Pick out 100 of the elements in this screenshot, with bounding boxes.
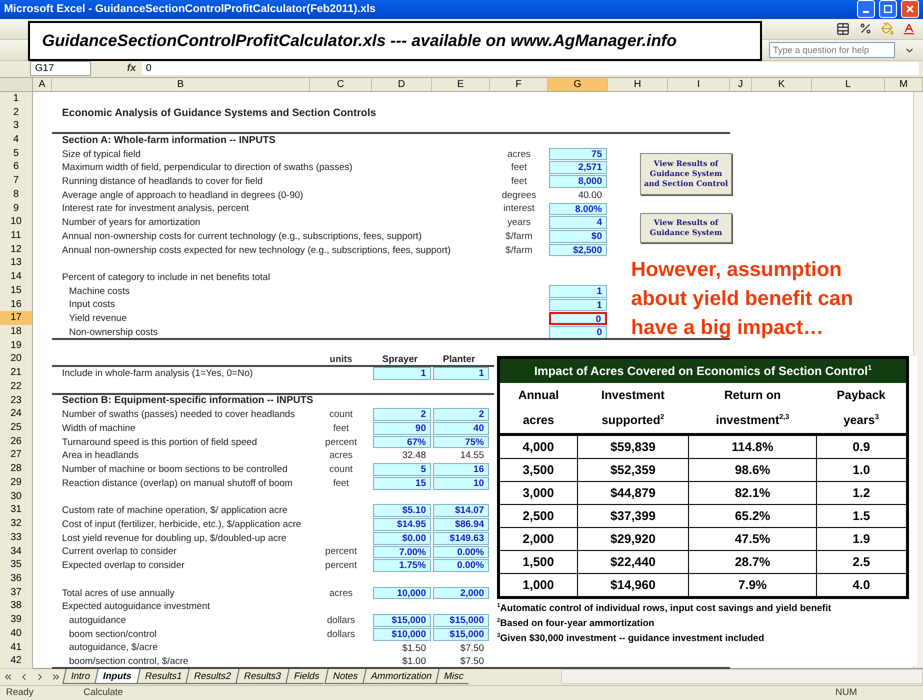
input-cell[interactable]: 8,000 (549, 175, 607, 188)
row-label: autoguidance, $/acre (68, 642, 158, 654)
table-cell: $44,879 (577, 481, 689, 504)
row-header[interactable]: 29 (0, 476, 33, 491)
row-header[interactable]: 10 (0, 215, 33, 230)
row-header[interactable]: 24 (0, 407, 33, 422)
row-header[interactable]: 17 (0, 311, 33, 326)
row-label: boom/section control, $/acre (68, 656, 188, 668)
row-label: Section B: Equipment-specific information -- INPUTS (61, 395, 314, 406)
horizontal-scrollbar[interactable] (561, 669, 923, 684)
input-cell[interactable]: 1 (373, 367, 431, 380)
input-cell[interactable]: 0 (549, 312, 607, 325)
row-header[interactable]: 32 (0, 517, 33, 532)
row-header[interactable]: 13 (0, 256, 33, 272)
input-cell[interactable]: 90 (373, 422, 431, 435)
column-heading: Investment (577, 382, 689, 408)
merge-icon[interactable] (835, 20, 851, 37)
row-header[interactable]: 38 (0, 599, 33, 614)
row-label: Non-ownership costs (68, 326, 158, 338)
row-label: Width of machine (61, 422, 136, 434)
row-header[interactable]: 4 (0, 132, 33, 148)
row-header[interactable]: 11 (0, 228, 33, 244)
row-header[interactable]: 33 (0, 530, 33, 546)
help-search-field[interactable]: Type a question for help (769, 42, 895, 58)
input-cell[interactable]: 1.75% (373, 559, 431, 572)
input-cell[interactable]: 1 (433, 367, 489, 380)
input-cell[interactable]: $15,000 (433, 628, 489, 641)
row-header[interactable]: 8 (0, 188, 33, 203)
row-header[interactable]: 1 (0, 92, 33, 106)
formula-field[interactable]: 0 (142, 62, 919, 76)
input-cell[interactable]: $0.00 (373, 532, 431, 544)
row-header[interactable]: 36 (0, 572, 33, 587)
input-cell[interactable]: $86.94 (433, 518, 489, 531)
input-cell[interactable]: 5 (373, 463, 431, 476)
row-label: Machine costs (68, 286, 130, 297)
maximize-icon[interactable] (879, 0, 897, 18)
unit-label: feet (332, 478, 350, 489)
input-cell[interactable]: 2,571 (549, 161, 607, 174)
input-cell[interactable]: 10 (433, 476, 489, 490)
table-cell-text: 32.48 (401, 449, 427, 462)
input-cell[interactable]: $10,000 (373, 628, 431, 641)
column-heading: Payback (816, 382, 908, 408)
row-header[interactable]: 40 (0, 626, 33, 642)
sheet-tab[interactable]: Inputs (94, 669, 140, 684)
row-header[interactable]: 31 (0, 503, 33, 518)
input-cell[interactable]: $2,500 (549, 244, 607, 256)
input-cell[interactable]: $5.10 (373, 504, 431, 518)
row-header[interactable]: 42 (0, 654, 33, 669)
input-cell[interactable]: 15 (373, 476, 431, 490)
row-header[interactable]: 28 (0, 462, 33, 477)
sheet-tab[interactable]: Notes (324, 669, 366, 684)
input-cell[interactable]: $14.07 (433, 504, 489, 518)
row-header[interactable]: 25 (0, 421, 33, 436)
row-header[interactable]: 35 (0, 558, 33, 573)
input-cell[interactable]: 8.00% (549, 202, 607, 216)
input-cell[interactable]: 7.00% (373, 546, 431, 558)
column-heading: Return on (688, 382, 816, 408)
sheet-tab[interactable]: Misc (436, 669, 472, 684)
input-cell[interactable]: $15,000 (373, 614, 431, 627)
row-header[interactable]: 15 (0, 284, 33, 299)
input-cell[interactable]: 0.00% (433, 546, 489, 558)
input-cell[interactable]: $0 (549, 230, 607, 243)
column-header[interactable]: G (548, 78, 608, 91)
function-label[interactable]: fx (127, 63, 136, 74)
table-cell: $22,440 (577, 550, 689, 574)
input-cell[interactable]: 75% (433, 436, 489, 448)
row-label: Current overlap to consider (61, 546, 177, 558)
close-icon[interactable] (901, 0, 919, 18)
row-header[interactable]: 22 (0, 380, 33, 395)
input-cell[interactable]: $149.63 (433, 532, 489, 544)
row-header[interactable]: 18 (0, 325, 33, 340)
name-box[interactable]: G17 (30, 61, 91, 76)
row-header[interactable]: 7 (0, 174, 33, 189)
unit-label: feet (510, 176, 528, 187)
input-cell[interactable]: 67% (373, 436, 431, 448)
unit-label: years (506, 217, 532, 228)
input-cell[interactable]: 1 (549, 298, 607, 312)
input-cell[interactable]: 0.00% (433, 559, 489, 572)
unit-label: dollars (326, 614, 356, 626)
row-header[interactable]: 6 (0, 160, 33, 176)
input-cell[interactable]: $15,000 (433, 614, 489, 627)
input-cell[interactable]: 0 (549, 326, 607, 339)
input-cell[interactable]: 2,000 (433, 586, 489, 600)
input-cell[interactable]: 16 (433, 463, 489, 476)
row-header[interactable]: 27 (0, 448, 33, 464)
row-header[interactable]: 3 (0, 119, 33, 134)
row-header[interactable]: 39 (0, 613, 33, 628)
input-cell[interactable]: 4 (549, 216, 607, 229)
minimize-icon[interactable] (857, 0, 875, 18)
input-cell[interactable]: 10,000 (373, 586, 431, 600)
row-header[interactable]: 21 (0, 366, 33, 381)
input-cell[interactable]: 2 (373, 408, 431, 422)
unit-label: count (328, 464, 354, 476)
row-header[interactable]: 20 (0, 352, 33, 368)
row-header[interactable]: 14 (0, 270, 33, 285)
input-cell[interactable]: 1 (549, 284, 607, 298)
input-cell[interactable]: $14.95 (373, 518, 431, 531)
input-cell[interactable]: 2 (433, 408, 489, 422)
input-cell[interactable]: 40 (433, 422, 489, 435)
input-cell[interactable]: 75 (549, 148, 607, 160)
